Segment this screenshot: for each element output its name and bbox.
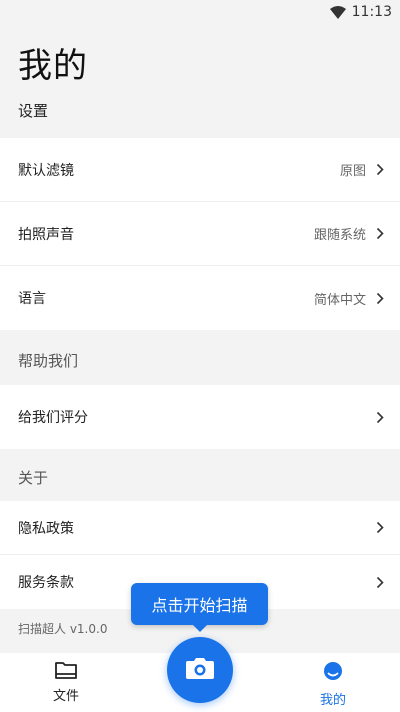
row-label: 语言 — [18, 291, 46, 307]
settings-row-default-filter[interactable]: 默认滤镜 原图 — [0, 138, 400, 202]
row-label: 隐私政策 — [18, 520, 74, 537]
row-label: 给我们评分 — [18, 410, 88, 426]
tab-mine-label: 我的 — [319, 693, 346, 708]
row-label: 服务条款 — [18, 575, 74, 591]
folder-icon — [55, 661, 77, 683]
status-bar: 11:13 — [0, 0, 400, 24]
settings-row-camera-sound[interactable]: 拍照声音 跟随系统 — [0, 202, 400, 266]
settings-row-language[interactable]: 语言 简体中文 — [0, 266, 400, 330]
section-header-settings: 设置 — [18, 102, 49, 120]
tooltip-arrow — [193, 625, 207, 632]
row-value: 跟随系统 — [313, 228, 366, 243]
app-version: 扫描超人 v1.0.0 — [18, 622, 108, 636]
help-row-rate-us[interactable]: 给我们评分 — [0, 385, 400, 449]
scan-camera-button[interactable] — [167, 637, 233, 703]
status-time: 11:13 — [351, 4, 392, 20]
section-header-about: 关于 — [18, 469, 49, 487]
tooltip-text: 点击开始扫描 — [151, 596, 248, 615]
tab-mine[interactable]: 我的 — [313, 661, 353, 708]
wifi-icon — [329, 5, 346, 19]
row-label: 默认滤镜 — [18, 162, 74, 179]
profile-icon — [323, 661, 343, 685]
tab-files[interactable]: 文件 — [46, 661, 86, 704]
about-row-privacy-policy[interactable]: 隐私政策 — [0, 501, 400, 555]
tab-files-label: 文件 — [52, 689, 79, 704]
chevron-right-icon — [376, 521, 384, 534]
chevron-right-icon — [376, 292, 384, 305]
chevron-right-icon — [376, 227, 384, 240]
settings-group: 默认滤镜 原图 拍照声音 跟随系统 语言 简体中文 — [0, 138, 400, 330]
help-group: 给我们评分 — [0, 385, 400, 449]
camera-icon — [185, 656, 215, 684]
chevron-right-icon — [376, 163, 384, 176]
row-label: 拍照声音 — [18, 226, 74, 243]
row-value: 原图 — [339, 164, 366, 179]
chevron-right-icon — [376, 411, 384, 424]
scan-hint-tooltip: 点击开始扫描 — [131, 583, 268, 632]
section-header-help: 帮助我们 — [18, 352, 79, 370]
row-value: 简体中文 — [313, 292, 366, 308]
page-title: 我的 — [18, 46, 88, 86]
chevron-right-icon — [376, 576, 384, 589]
